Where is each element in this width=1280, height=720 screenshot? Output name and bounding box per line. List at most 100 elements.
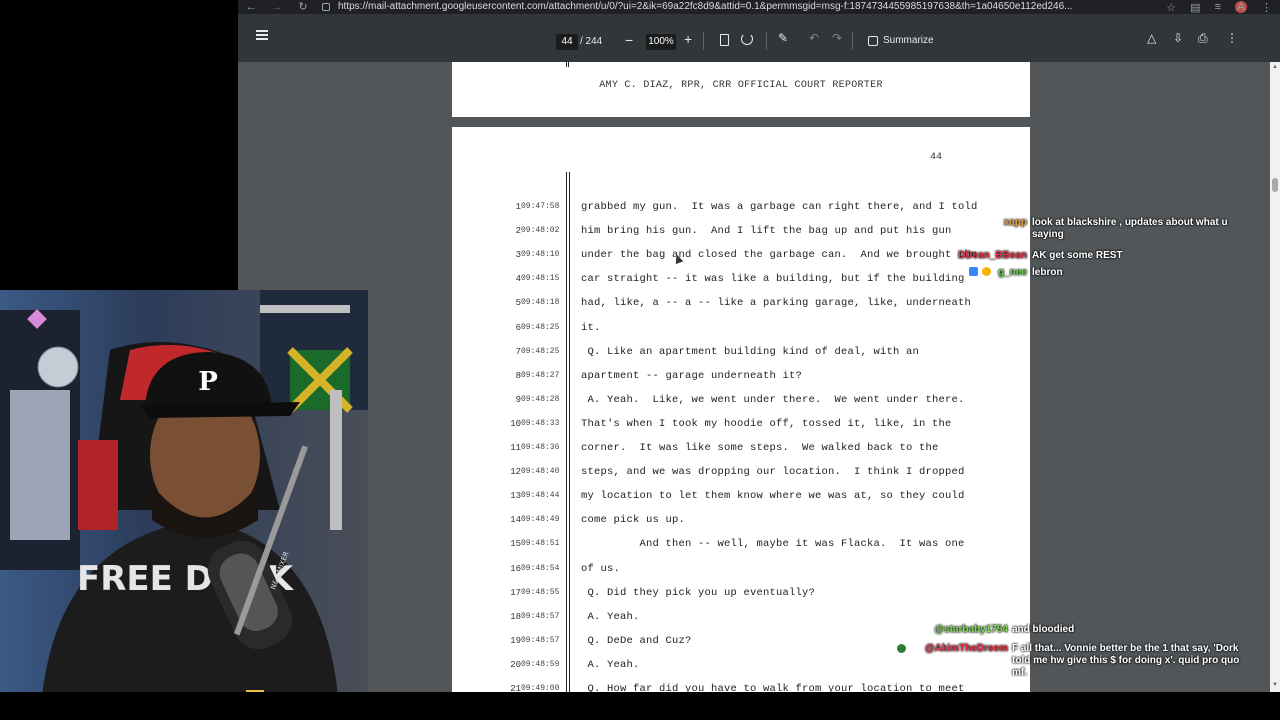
scroll-up-icon[interactable]: ▲: [1271, 64, 1279, 72]
reload-icon[interactable]: ↻: [290, 0, 316, 14]
bits-badge-icon: [982, 267, 991, 276]
line-number: 11: [510, 443, 521, 453]
pdf-toolbar: 44 / 244 − 100% + ✎ ↶ ↷ Summarize △ ⇩ ⎙ …: [238, 14, 1280, 62]
chat-username: xapp: [1003, 217, 1027, 228]
browser-menu-icon[interactable]: ⋮: [1261, 1, 1272, 14]
address-bar: ← → ↻ https://mail-attachment.googleuser…: [238, 0, 1280, 14]
line-text: steps, and we was dropping our location.…: [581, 466, 965, 479]
more-options-icon[interactable]: ⋮: [1226, 31, 1238, 45]
line-text: Q. DeDe and Cuz?: [581, 634, 692, 647]
extensions-icon[interactable]: ▤: [1190, 1, 1200, 14]
line-number: 5: [515, 298, 521, 309]
toolbar-divider: [766, 32, 767, 50]
line-text: apartment -- garage underneath it?: [581, 369, 803, 382]
zoom-out-button[interactable]: −: [625, 32, 633, 48]
back-icon[interactable]: ←: [238, 0, 264, 14]
scroll-thumb[interactable]: [1272, 178, 1278, 192]
line-number: 8: [515, 370, 521, 381]
line-text: And then -- well, maybe it was Flacka. I…: [581, 538, 965, 551]
site-info-icon[interactable]: [322, 3, 330, 11]
line-text: him bring his gun. And I lift the bag up…: [581, 225, 952, 238]
line-text: under the bag and closed the garbage can…: [581, 249, 978, 262]
summarize-icon: [868, 35, 878, 46]
line-timestamp: 09:48:28: [521, 394, 560, 404]
chat-message: and bloodied: [1012, 624, 1075, 635]
line-number: 7: [515, 346, 521, 357]
line-timestamp: 09:48:18: [521, 298, 560, 308]
line-text: corner. It was like some steps. We walke…: [581, 442, 939, 454]
scrollbar[interactable]: ▲ ▼: [1270, 62, 1280, 692]
line-text: my location to let them know where we wa…: [581, 490, 965, 503]
streamer-video: P FREE DURK N&A MIXER: [0, 290, 368, 720]
line-number: 12: [510, 467, 521, 478]
line-text: A. Yeah.: [581, 610, 640, 623]
line-number: 4: [515, 274, 521, 285]
reading-list-icon[interactable]: ≡: [1215, 1, 1221, 13]
rotate-icon[interactable]: [741, 33, 753, 45]
line-number: 21: [510, 684, 521, 692]
summarize-button[interactable]: Summarize: [868, 35, 934, 46]
url-text[interactable]: https://mail-attachment.googleuserconten…: [338, 0, 1108, 14]
annotate-pen-icon[interactable]: ✎: [778, 31, 788, 45]
line-text: car straight -- it was like a building, …: [581, 273, 965, 286]
line-text: of us.: [581, 562, 621, 575]
fit-page-icon[interactable]: [720, 34, 729, 46]
drive-save-icon[interactable]: △: [1147, 31, 1156, 45]
cap-logo: P: [198, 367, 218, 397]
page-number-label: 44: [930, 152, 943, 163]
pdf-viewer[interactable]: AMY C. DIAZ, RPR, CRR OFFICIAL COURT REP…: [238, 62, 1280, 692]
line-number: 17: [510, 587, 521, 598]
line-number: 19: [510, 635, 521, 646]
letterbox-bottom: [0, 692, 1280, 720]
chat-username: DDean_BBean: [958, 250, 1027, 261]
line-timestamp: 09:48:25: [521, 322, 560, 332]
margin-rule: [566, 172, 570, 692]
scroll-down-icon[interactable]: ▼: [1271, 682, 1279, 690]
pdf-page-current: 44 1 09:47:58 grabbed my gun. It was a gar…: [452, 127, 1030, 692]
line-timestamp: 09:48:55: [521, 587, 560, 597]
undo-icon[interactable]: ↶: [809, 31, 819, 45]
chat-username: @starbaby1754: [934, 624, 1008, 635]
line-number: 9: [515, 394, 521, 405]
zoom-input[interactable]: 100%: [646, 34, 676, 50]
zoom-in-button[interactable]: +: [684, 31, 692, 47]
chat-overlay-top: xapp look at blackshire , updates about …: [958, 216, 1260, 286]
profile-avatar[interactable]: A: [1235, 1, 1247, 13]
line-text: Q. Like an apartment building kind of de…: [581, 345, 920, 358]
hamburger-menu-icon[interactable]: [256, 30, 268, 40]
pdf-page-previous: AMY C. DIAZ, RPR, CRR OFFICIAL COURT REP…: [452, 62, 1030, 117]
line-timestamp: 09:48:44: [521, 491, 560, 501]
line-text: it.: [581, 321, 601, 334]
line-timestamp: 09:48:25: [521, 346, 560, 356]
line-number: 18: [510, 611, 521, 622]
line-number: 20: [510, 659, 521, 670]
line-timestamp: 09:48:51: [521, 539, 560, 549]
summarize-label: Summarize: [883, 35, 934, 46]
line-timestamp: 09:48:27: [521, 370, 560, 380]
line-text: Q. Did they pick you up eventually?: [581, 586, 816, 599]
line-number: 6: [515, 322, 521, 333]
line-timestamp: 09:48:49: [521, 515, 560, 525]
redo-icon[interactable]: ↷: [832, 31, 842, 45]
line-timestamp: 09:48:54: [521, 563, 560, 573]
line-timestamp: 09:48:59: [521, 659, 560, 669]
line-number: 16: [510, 563, 521, 574]
line-timestamp: 09:48:57: [521, 635, 560, 645]
toolbar-divider: [703, 32, 704, 50]
line-timestamp: 09:48:40: [521, 467, 560, 477]
download-icon[interactable]: ⇩: [1173, 31, 1183, 45]
line-timestamp: 09:48:02: [521, 226, 560, 236]
line-text: come pick us up.: [581, 514, 686, 527]
line-number: 3: [515, 250, 521, 261]
margin-rule: [566, 62, 569, 67]
line-text: A. Yeah. Like, we went under there. We w…: [581, 393, 965, 406]
print-icon[interactable]: ⎙: [1198, 31, 1208, 46]
line-number: 13: [510, 491, 521, 502]
forward-icon[interactable]: →: [264, 0, 290, 14]
line-timestamp: 09:48:36: [521, 443, 560, 452]
line-timestamp: 09:48:57: [521, 611, 560, 621]
bookmark-star-icon[interactable]: ☆: [1166, 1, 1176, 14]
toolbar-divider: [852, 32, 853, 50]
page-number-input[interactable]: 44: [556, 34, 578, 50]
line-text: That's when I took my hoodie off, tossed…: [581, 417, 952, 430]
